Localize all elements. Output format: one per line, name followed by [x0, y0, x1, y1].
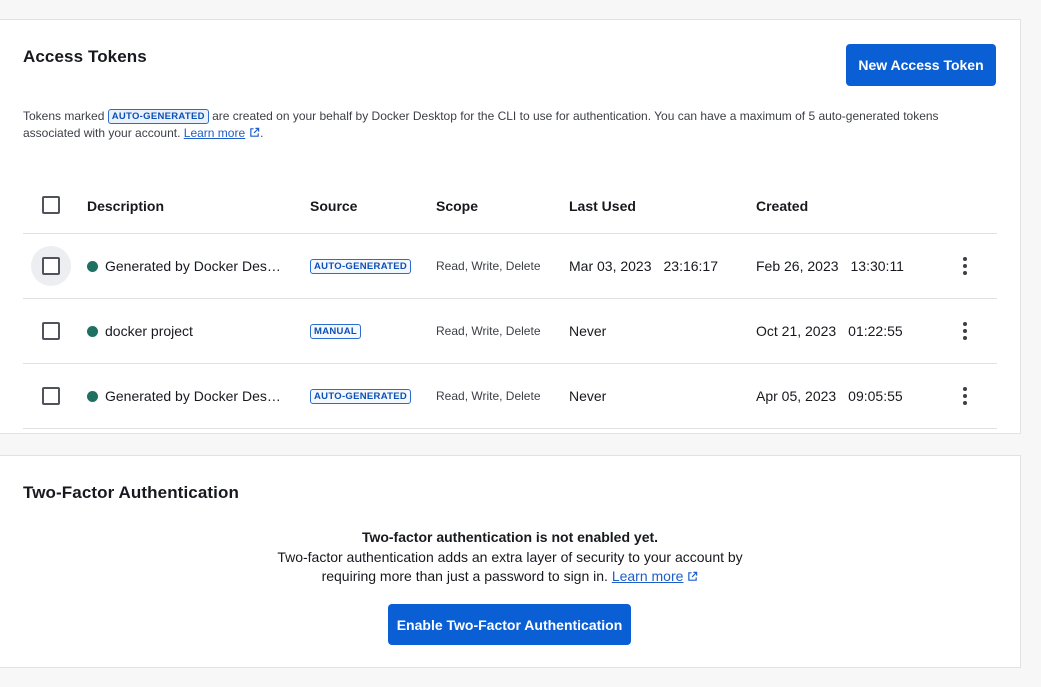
description-text: Generated by Docker Desktop	[105, 258, 282, 274]
created-time: 09:05:55	[848, 388, 903, 404]
row-checkbox[interactable]	[42, 322, 60, 340]
auto-generated-badge: AUTO-GENERATED	[107, 109, 209, 124]
row-source: MANUAL	[310, 299, 361, 363]
row-description: Generated by Docker Desktop	[87, 234, 282, 298]
last-used-time: 23:16:17	[663, 258, 719, 274]
row-created: Feb 26, 2023 13:30:11	[756, 234, 904, 298]
two-factor-learn-more-link[interactable]: Learn more	[612, 568, 684, 584]
row-created: Oct 21, 2023 01:22:55	[756, 299, 903, 363]
row-source: AUTO-GENERATED	[310, 364, 412, 428]
two-factor-description-line2: requiring more than just a password to s…	[0, 567, 1020, 587]
table-header: Description Source Scope Last Used Creat…	[23, 170, 997, 234]
row-checkbox[interactable]	[42, 387, 60, 405]
last-used-date: Mar 03, 2023	[569, 258, 652, 274]
row-description: docker project	[87, 299, 282, 363]
table-row[interactable]: Generated by Docker Desktop AUTO-GENERAT…	[23, 234, 997, 299]
two-factor-message: Two-factor authentication is not enabled…	[0, 528, 1020, 587]
tokens-info-text: Tokens marked AUTO-GENERATED are created…	[23, 108, 983, 142]
description-text: Generated by Docker Desktop	[105, 388, 282, 404]
status-dot-icon	[87, 325, 98, 337]
created-time: 13:30:11	[850, 258, 904, 274]
table-row[interactable]: docker project MANUAL Read, Write, Delet…	[23, 299, 997, 364]
enable-two-factor-button[interactable]: Enable Two-Factor Authentication	[388, 604, 631, 645]
row-scope: Read, Write, Delete	[436, 259, 541, 273]
two-factor-line2-text: requiring more than just a password to s…	[321, 568, 608, 584]
external-link-icon[interactable]	[687, 571, 698, 582]
row-last-used: Mar 03, 2023 23:16:17	[569, 234, 718, 298]
two-factor-card: Two-Factor Authentication Two-factor aut…	[0, 455, 1021, 668]
row-description: Generated by Docker Desktop	[87, 364, 282, 428]
last-used-date: Never	[569, 323, 607, 339]
created-date: Feb 26, 2023	[756, 258, 839, 274]
row-last-used: Never	[569, 364, 606, 428]
select-all-checkbox[interactable]	[42, 196, 60, 214]
learn-more-link[interactable]: Learn more	[184, 126, 245, 140]
two-factor-status-heading: Two-factor authentication is not enabled…	[361, 529, 659, 545]
row-menu-button[interactable]	[953, 364, 977, 428]
source-badge: AUTO-GENERATED	[310, 258, 412, 274]
created-date: Oct 21, 2023	[756, 323, 837, 339]
row-menu-button[interactable]	[953, 299, 977, 363]
source-badge: MANUAL	[310, 323, 361, 339]
created-date: Apr 05, 2023	[756, 388, 837, 404]
two-factor-description-line1: Two-factor authentication adds an extra …	[277, 548, 743, 565]
row-checkbox[interactable]	[42, 257, 60, 275]
column-description[interactable]: Description	[87, 198, 164, 214]
table-row[interactable]: Generated by Docker Desktop AUTO-GENERAT…	[23, 364, 997, 429]
access-tokens-title: Access Tokens	[23, 47, 147, 66]
row-source: AUTO-GENERATED	[310, 234, 412, 298]
two-factor-title: Two-Factor Authentication	[23, 483, 239, 502]
access-tokens-card: Access Tokens New Access Token Tokens ma…	[0, 19, 1021, 434]
kebab-menu-icon[interactable]	[963, 387, 967, 405]
status-dot-icon	[87, 260, 98, 272]
description-text: docker project	[105, 323, 193, 339]
info-suffix: .	[260, 126, 264, 140]
new-access-token-button[interactable]: New Access Token	[846, 44, 996, 86]
column-source[interactable]: Source	[310, 198, 357, 214]
info-prefix: Tokens marked	[23, 109, 105, 123]
row-scope: Read, Write, Delete	[436, 389, 541, 403]
column-last-used[interactable]: Last Used	[569, 198, 636, 214]
row-created: Apr 05, 2023 09:05:55	[756, 364, 903, 428]
last-used-date: Never	[569, 388, 607, 404]
row-last-used: Never	[569, 299, 606, 363]
source-badge: AUTO-GENERATED	[310, 388, 412, 404]
status-dot-icon	[87, 390, 98, 402]
row-menu-button[interactable]	[953, 234, 977, 298]
column-created[interactable]: Created	[756, 198, 808, 214]
external-link-icon[interactable]	[249, 127, 260, 138]
column-scope[interactable]: Scope	[436, 198, 478, 214]
created-time: 01:22:55	[848, 323, 903, 339]
kebab-menu-icon[interactable]	[963, 257, 967, 275]
row-scope: Read, Write, Delete	[436, 324, 541, 338]
kebab-menu-icon[interactable]	[963, 322, 967, 340]
tokens-table: Description Source Scope Last Used Creat…	[23, 170, 997, 429]
